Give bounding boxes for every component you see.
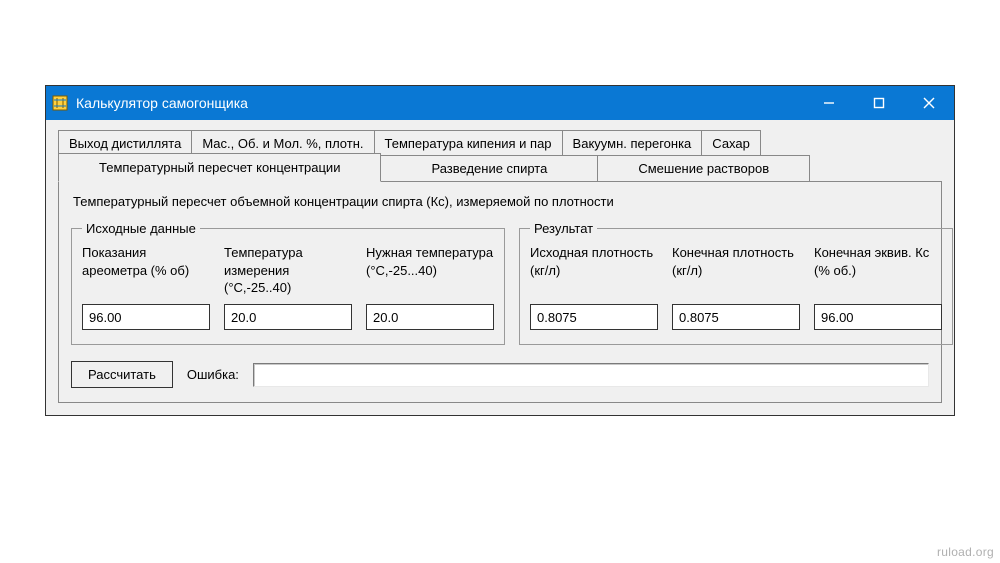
error-output [253,363,929,387]
tab-boiling-temp[interactable]: Температура кипения и пар [374,130,563,156]
target-temp-label: Нужная температура (°С,-25...40) [366,244,494,298]
app-icon [52,95,68,111]
titlebar: Калькулятор самогонщика [46,86,954,120]
target-temp-input[interactable] [366,304,494,330]
final-density-output[interactable] [672,304,800,330]
tab-dilution[interactable]: Разведение спирта [380,155,598,181]
tab-vacuum-distillation[interactable]: Вакуумн. перегонка [562,130,703,156]
window-controls [804,86,954,120]
final-equiv-label: Конечная эквив. Кс (% об.) [814,244,942,298]
close-button[interactable] [904,86,954,120]
watermark: ruload.org [937,545,994,559]
app-window: Калькулятор самогонщика Выход дистиллята… [45,85,955,416]
src-density-output[interactable] [530,304,658,330]
result-group: Результат Исходная плотность (кг/л) Коне… [519,221,953,345]
tab-mixing[interactable]: Смешение растворов [597,155,810,181]
final-equiv-output[interactable] [814,304,942,330]
window-title: Калькулятор самогонщика [76,95,804,111]
tab-temp-recalc[interactable]: Температурный пересчет концентрации [58,153,381,182]
tab-sugar[interactable]: Сахар [701,130,761,156]
tab-control: Выход дистиллята Мас., Об. и Мол. %, пло… [58,130,942,403]
maximize-button[interactable] [854,86,904,120]
meas-temp-input[interactable] [224,304,352,330]
tab-panel: Температурный пересчет объемной концентр… [58,181,942,403]
minimize-button[interactable] [804,86,854,120]
src-density-label: Исходная плотность (кг/л) [530,244,658,298]
source-group-legend: Исходные данные [82,221,200,236]
tab-row-front: Температурный пересчет концентрации Разв… [58,155,942,181]
client-area: Выход дистиллята Мас., Об. и Мол. %, пло… [46,120,954,415]
calculate-button[interactable]: Рассчитать [71,361,173,388]
result-group-legend: Результат [530,221,597,236]
areometer-label: Показания ареометра (% об) [82,244,210,298]
source-data-group: Исходные данные Показания ареометра (% о… [71,221,505,345]
panel-description: Температурный пересчет объемной концентр… [73,194,929,209]
final-density-label: Конечная плотность (кг/л) [672,244,800,298]
meas-temp-label: Температура измерения (°С,-25..40) [224,244,352,298]
error-label: Ошибка: [187,367,239,382]
areometer-input[interactable] [82,304,210,330]
